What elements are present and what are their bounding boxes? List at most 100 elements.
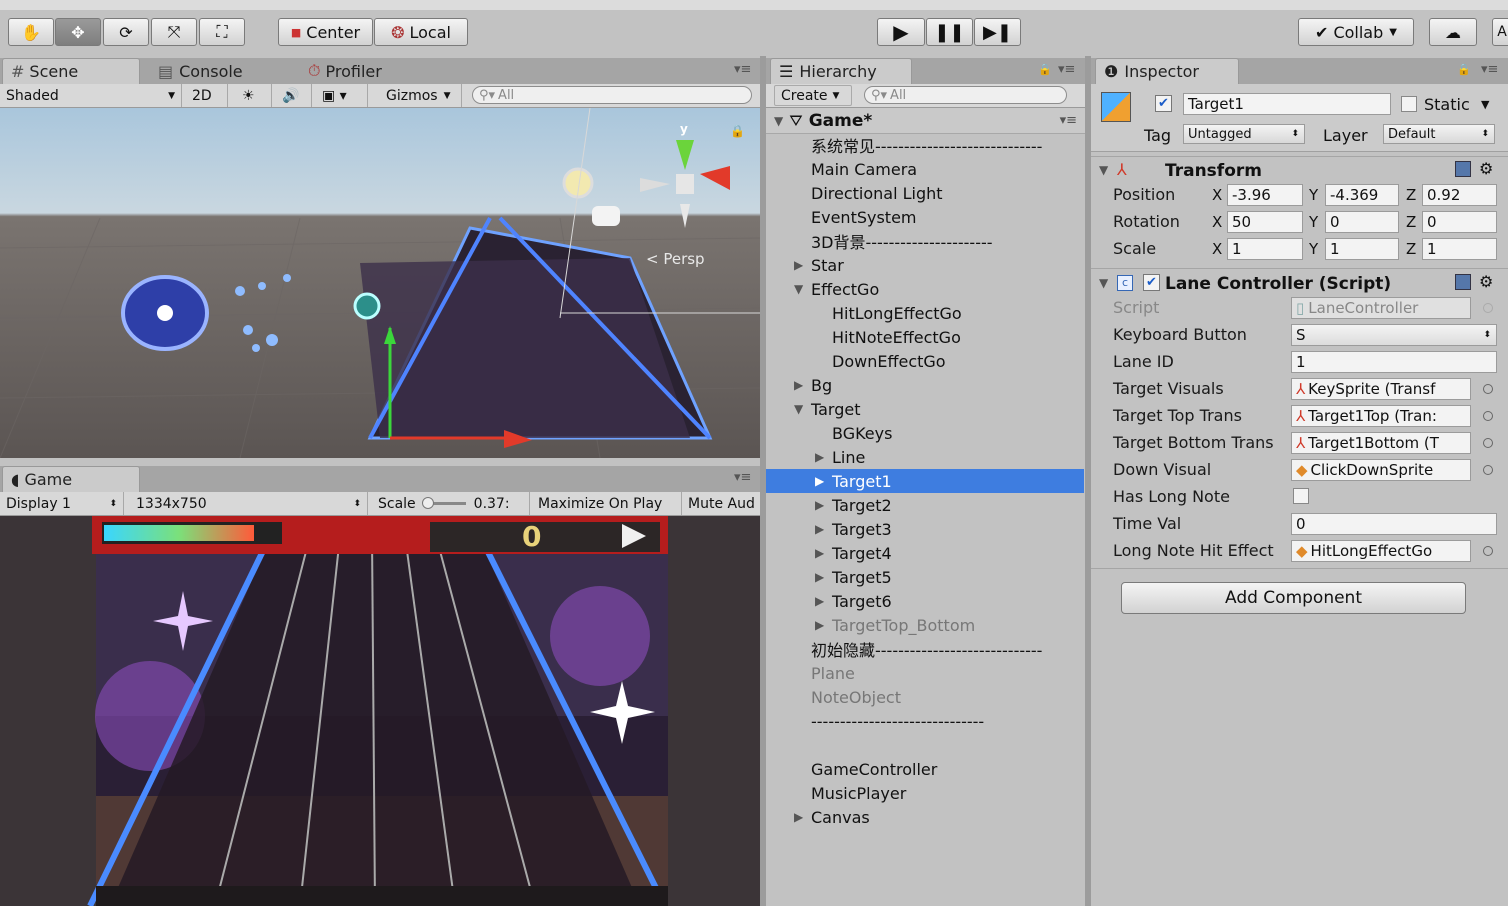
scene-view[interactable]: y 🔒 < Persp <box>0 108 760 458</box>
resolution-dropdown[interactable]: 1334x750 ⬍ <box>130 492 368 515</box>
tab-hierarchy[interactable]: ☰ Hierarchy <box>770 58 912 84</box>
hierarchy-row[interactable] <box>766 733 1084 757</box>
object-picker-icon[interactable] <box>1483 438 1493 448</box>
time-val-field[interactable]: 0 <box>1291 513 1497 535</box>
game-view[interactable]: 0 <box>0 516 760 906</box>
expand-arrow-icon[interactable]: ▶ <box>815 570 824 584</box>
down-visual-field[interactable]: ◆ ClickDownSprite <box>1291 459 1471 481</box>
layer-dropdown[interactable]: Default ⬍ <box>1383 124 1495 144</box>
hierarchy-row[interactable]: DownEffectGo <box>766 349 1084 373</box>
hierarchy-row[interactable]: ▶ Target1 <box>766 469 1084 493</box>
display-dropdown[interactable]: Display 1 ⬍ <box>0 492 124 515</box>
play-button[interactable]: ▶ <box>877 18 925 46</box>
rect-tool-button[interactable]: ⛶ <box>199 18 245 46</box>
expand-arrow-icon[interactable]: ▶ <box>815 474 824 488</box>
hierarchy-row[interactable]: Main Camera <box>766 157 1084 181</box>
active-checkbox[interactable]: ✔ <box>1155 95 1172 112</box>
create-dropdown[interactable]: Create ▼ <box>774 85 852 106</box>
hierarchy-row[interactable]: GameController <box>766 757 1084 781</box>
panel-menu-icon[interactable]: ▾≡ <box>1481 62 1498 77</box>
mode-2d-button[interactable]: 2D <box>186 84 228 107</box>
hierarchy-row[interactable]: ▶ Target5 <box>766 565 1084 589</box>
hierarchy-row[interactable]: ▶ TargetTop_Bottom <box>766 613 1084 637</box>
expand-arrow-icon[interactable]: ▼ <box>1099 276 1108 290</box>
move-tool-button[interactable]: ✥ <box>55 18 101 46</box>
position-y-field[interactable]: -4.369 <box>1325 184 1399 206</box>
account-button[interactable]: A <box>1492 18 1508 46</box>
panel-menu-icon[interactable]: ▾≡ <box>734 62 751 77</box>
hierarchy-row[interactable]: ------------------------------ <box>766 709 1084 733</box>
mute-audio-toggle[interactable]: Mute Aud <box>682 492 760 515</box>
scale-y-field[interactable]: 1 <box>1325 238 1399 260</box>
help-book-icon[interactable] <box>1455 274 1471 290</box>
hierarchy-row[interactable]: 3D背景---------------------- <box>766 229 1084 253</box>
position-z-field[interactable]: 0.92 <box>1422 184 1497 206</box>
hierarchy-row[interactable]: ▼ EffectGo <box>766 277 1084 301</box>
component-enabled-checkbox[interactable]: ✔ <box>1143 274 1160 291</box>
hierarchy-row[interactable]: HitLongEffectGo <box>766 301 1084 325</box>
target-top-trans-field[interactable]: ⅄ Target1Top (Tran: <box>1291 405 1471 427</box>
gear-icon[interactable]: ⚙ <box>1479 272 1493 291</box>
cloud-button[interactable]: ☁ <box>1429 18 1477 46</box>
object-picker-icon[interactable] <box>1483 411 1493 421</box>
expand-arrow-icon[interactable]: ▼ <box>794 282 803 296</box>
gizmos-dropdown[interactable]: Gizmos ▼ <box>380 84 462 107</box>
hierarchy-row[interactable]: ▶ Target4 <box>766 541 1084 565</box>
object-picker-icon[interactable] <box>1483 465 1493 475</box>
hierarchy-row[interactable]: ▶ Star <box>766 253 1084 277</box>
rotation-y-field[interactable]: 0 <box>1325 211 1399 233</box>
expand-arrow-icon[interactable]: ▶ <box>815 498 824 512</box>
has-long-note-checkbox[interactable] <box>1293 488 1309 504</box>
rotation-z-field[interactable]: 0 <box>1422 211 1497 233</box>
scale-tool-button[interactable]: ⤧ <box>151 18 197 46</box>
hierarchy-row[interactable]: ▶ Target3 <box>766 517 1084 541</box>
object-name-field[interactable]: Target1 <box>1183 93 1391 115</box>
collab-button[interactable]: ✔ Collab ▼ <box>1298 18 1414 46</box>
hierarchy-row[interactable]: BGKeys <box>766 421 1084 445</box>
hierarchy-row[interactable]: ▶ Target6 <box>766 589 1084 613</box>
effects-toggle[interactable]: ▣ ▾ <box>316 84 368 107</box>
hierarchy-row[interactable]: Plane <box>766 661 1084 685</box>
object-picker-icon[interactable] <box>1483 384 1493 394</box>
static-checkbox[interactable] <box>1401 96 1417 112</box>
expand-arrow-icon[interactable]: ▼ <box>794 402 803 416</box>
scale-x-field[interactable]: 1 <box>1227 238 1303 260</box>
expand-arrow-icon[interactable]: ▶ <box>815 522 824 536</box>
hierarchy-row[interactable]: MusicPlayer <box>766 781 1084 805</box>
lock-icon[interactable]: 🔒 <box>1457 63 1471 76</box>
lock-icon[interactable]: 🔒 <box>1038 63 1052 76</box>
expand-arrow-icon[interactable]: ▶ <box>794 378 803 392</box>
hierarchy-row[interactable]: ▶ Line <box>766 445 1084 469</box>
expand-arrow-icon[interactable]: ▶ <box>815 618 824 632</box>
lane-controller-component-header[interactable]: ▼ c ✔ Lane Controller (Script) ⚙ <box>1091 268 1508 296</box>
hierarchy-row[interactable]: ▶ Bg <box>766 373 1084 397</box>
hierarchy-row[interactable]: Directional Light <box>766 181 1084 205</box>
hierarchy-row[interactable]: NoteObject <box>766 685 1084 709</box>
panel-menu-icon[interactable]: ▾≡ <box>1058 62 1075 77</box>
chevron-down-icon[interactable]: ▼ <box>1481 98 1489 111</box>
target-bottom-trans-field[interactable]: ⅄ Target1Bottom (T <box>1291 432 1471 454</box>
lane-id-field[interactable]: 1 <box>1291 351 1497 373</box>
expand-arrow-icon[interactable]: ▶ <box>815 450 824 464</box>
tab-inspector[interactable]: ❶ Inspector <box>1095 58 1239 84</box>
rotation-x-field[interactable]: 50 <box>1227 211 1303 233</box>
lighting-toggle[interactable]: ☀ <box>236 84 272 107</box>
tag-dropdown[interactable]: Untagged ⬍ <box>1183 124 1305 144</box>
target-visuals-field[interactable]: ⅄ KeySprite (Transf <box>1291 378 1471 400</box>
hierarchy-row[interactable]: HitNoteEffectGo <box>766 325 1084 349</box>
object-picker-icon[interactable] <box>1483 546 1493 556</box>
pivot-local-button[interactable]: ❂ Local <box>374 18 468 46</box>
gear-icon[interactable]: ⚙ <box>1479 159 1493 178</box>
hierarchy-row[interactable]: EventSystem <box>766 205 1084 229</box>
pivot-center-button[interactable]: ■ Center <box>278 18 373 46</box>
persp-label[interactable]: < Persp <box>646 250 705 268</box>
lock-icon[interactable]: 🔒 <box>730 124 745 138</box>
expand-arrow-icon[interactable]: ▶ <box>794 810 803 824</box>
scale-slider[interactable] <box>421 497 466 509</box>
expand-arrow-icon[interactable]: ▼ <box>774 114 783 128</box>
add-component-button[interactable]: Add Component <box>1121 582 1466 614</box>
step-button[interactable]: ▶❚ <box>974 18 1021 46</box>
pause-button[interactable]: ❚❚ <box>926 18 973 46</box>
tab-scene[interactable]: # Scene <box>2 58 140 84</box>
tab-profiler[interactable]: ⏱ Profiler <box>300 58 440 84</box>
